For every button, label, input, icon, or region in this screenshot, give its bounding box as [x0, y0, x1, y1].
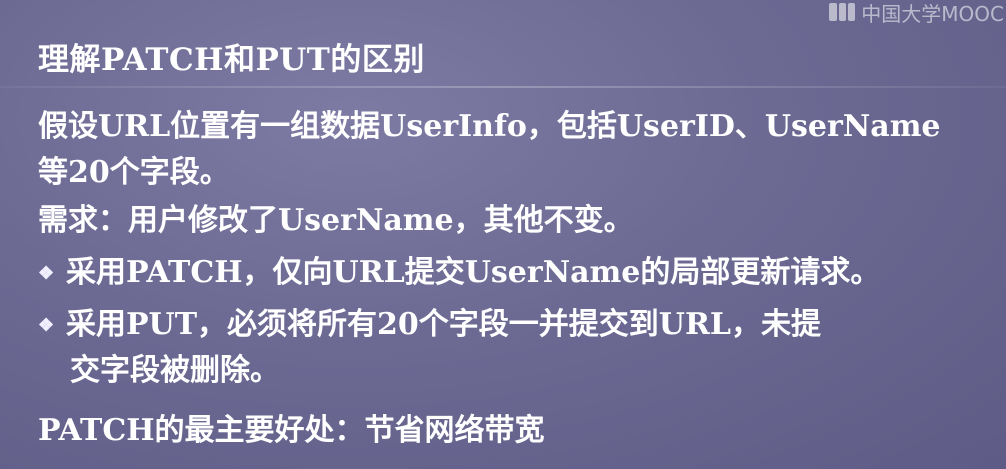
mooc-logo-icon	[829, 3, 856, 21]
bullet-put-continuation: 交字段被删除。	[70, 353, 280, 388]
requirement-text: 需求：用户修改了UserName，其他不变。	[38, 203, 634, 238]
scenario-line-2: 等20个字段。	[38, 155, 230, 190]
conclusion-text: PATCH的最主要好处：节省网络带宽	[38, 413, 545, 448]
watermark: 中国大学MOOC	[829, 0, 1004, 26]
bullet-patch-text: 采用PATCH，仅向URL提交UserName的局部更新请求。	[66, 255, 881, 290]
diamond-bullet-icon: ❖	[38, 263, 55, 284]
diamond-bullet-icon: ❖	[38, 315, 55, 336]
slide-title: 理解PATCH和PUT的区别	[38, 42, 425, 78]
bullet-patch: ❖ 采用PATCH，仅向URL提交UserName的局部更新请求。	[38, 250, 880, 297]
scenario-line-1: 假设URL位置有一组数据UserInfo，包括UserID、UserName	[38, 109, 941, 144]
slide: 中国大学MOOC 理解PATCH和PUT的区别 假设URL位置有一组数据User…	[0, 0, 1006, 469]
bullet-put-text-line-1: 采用PUT，必须将所有20个字段一并提交到URL，未提	[66, 307, 821, 342]
bullet-put: ❖ 采用PUT，必须将所有20个字段一并提交到URL，未提	[38, 302, 821, 349]
watermark-text: 中国大学MOOC	[861, 1, 1004, 26]
title-divider	[0, 86, 1006, 88]
